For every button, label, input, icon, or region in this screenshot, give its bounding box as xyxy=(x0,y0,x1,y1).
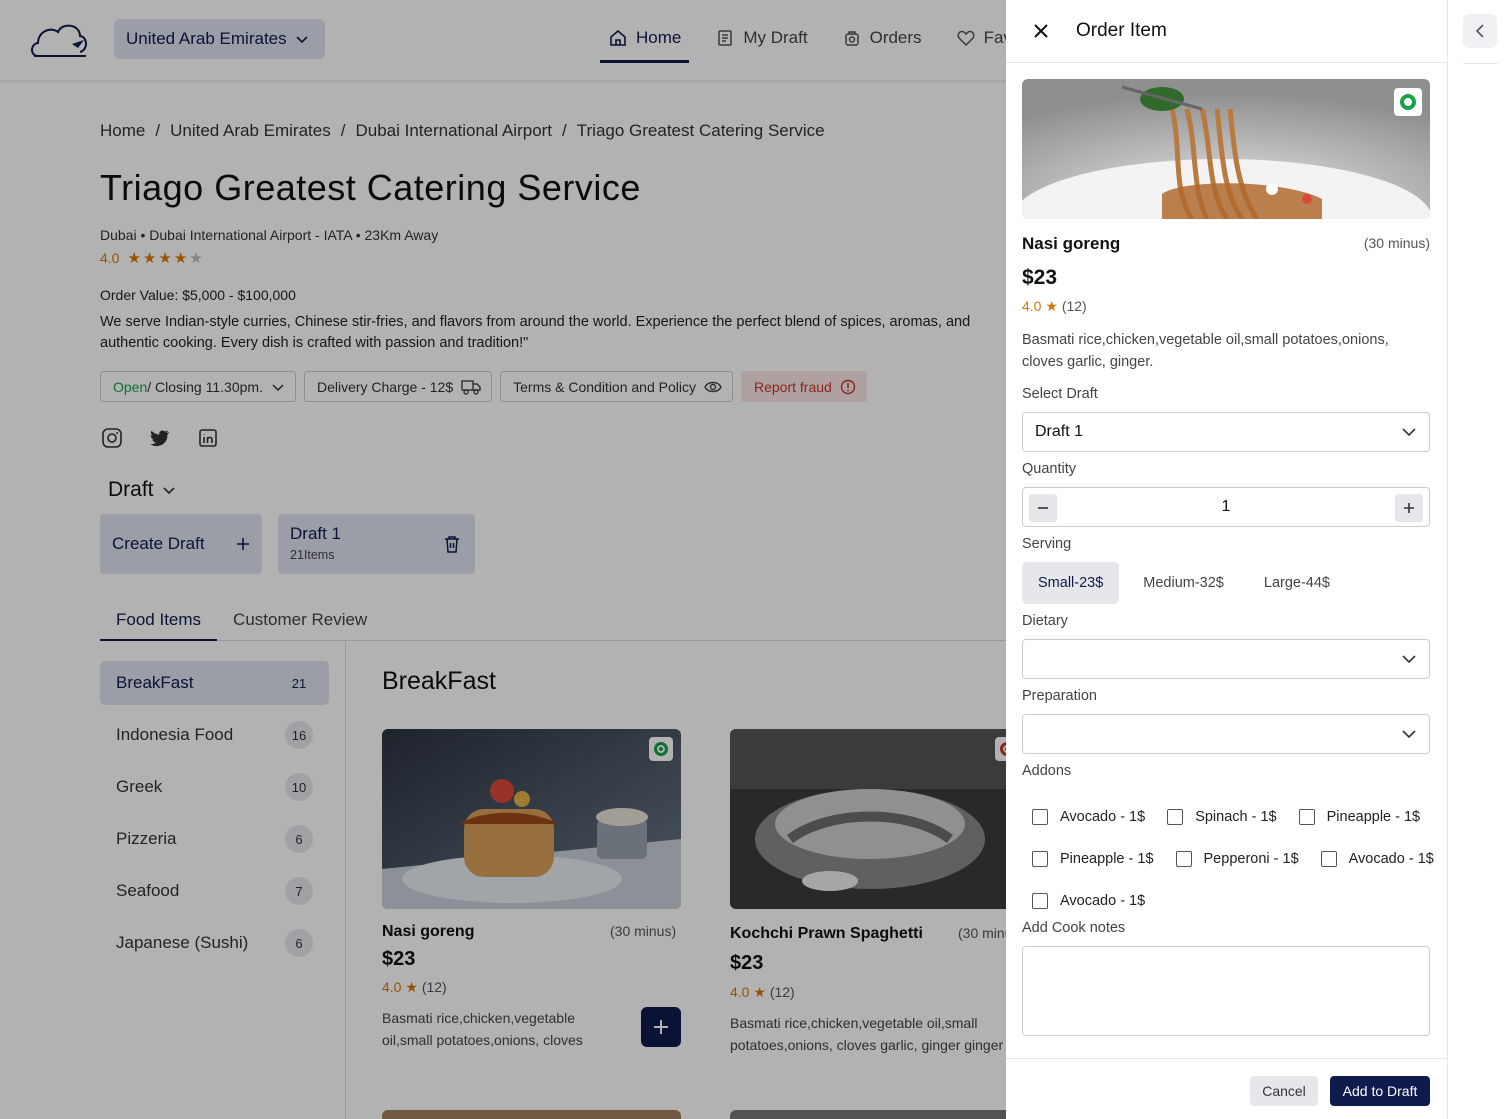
restaurant-page: United Arab Emirates Home My Draft Order… xyxy=(0,0,1512,1119)
preparation-label: Preparation xyxy=(1022,688,1097,704)
addon-checkbox[interactable]: Avocado - 1$ xyxy=(1320,851,1434,867)
chevron-down-icon xyxy=(1402,730,1416,739)
checkbox-icon xyxy=(1167,809,1184,825)
review-count: (12) xyxy=(1061,298,1087,314)
chevron-left-icon xyxy=(1475,24,1484,38)
addon-checkbox[interactable]: Pepperoni - 1$ xyxy=(1175,851,1299,867)
serving-options: Small-23$ Medium-32$ Large-44$ xyxy=(1022,562,1354,604)
quantity-label: Quantity xyxy=(1022,461,1076,477)
cook-notes-textarea[interactable] xyxy=(1022,946,1430,1036)
cook-notes-label: Add Cook notes xyxy=(1022,920,1126,936)
addon-label: Pineapple - 1$ xyxy=(1060,851,1154,867)
checkbox-icon xyxy=(1032,809,1048,825)
dietary-label: Dietary xyxy=(1022,613,1068,629)
increment-button[interactable] xyxy=(1395,494,1423,522)
addons-list: Avocado - 1$ Spinach - 1$ Pineapple - 1$… xyxy=(1032,796,1442,922)
addon-label: Avocado - 1$ xyxy=(1348,851,1434,867)
addon-label: Spinach - 1$ xyxy=(1195,809,1277,825)
veg-indicator-icon xyxy=(1394,88,1422,116)
addons-label: Addons xyxy=(1022,763,1072,779)
serving-option[interactable]: Large-44$ xyxy=(1248,562,1346,604)
addon-checkbox[interactable]: Spinach - 1$ xyxy=(1167,809,1277,825)
checkbox-icon xyxy=(1175,851,1192,867)
addon-label: Pepperoni - 1$ xyxy=(1203,851,1299,867)
select-draft-dropdown[interactable]: Draft 1 xyxy=(1022,412,1430,452)
star-icon: ★ xyxy=(1045,298,1058,314)
checkbox-icon xyxy=(1032,851,1048,867)
checkbox-icon xyxy=(1320,851,1337,867)
checkbox-icon xyxy=(1032,893,1048,909)
addon-checkbox[interactable]: Pineapple - 1$ xyxy=(1298,809,1421,825)
chevron-down-icon xyxy=(1402,655,1416,664)
modal-overlay[interactable] xyxy=(0,0,1006,1119)
chevron-down-icon xyxy=(1402,428,1416,437)
rating-value: 4.0 xyxy=(1022,298,1042,314)
prep-time: (30 minus) xyxy=(1363,235,1430,251)
select-draft-value: Draft 1 xyxy=(1035,423,1084,440)
item-description: Basmati rice,chicken,vegetable oil,small… xyxy=(1022,332,1389,370)
divider xyxy=(1463,63,1498,64)
close-icon[interactable] xyxy=(1032,22,1050,40)
item-rating: 4.0 ★ (12) xyxy=(1022,298,1087,315)
serving-option[interactable]: Medium-32$ xyxy=(1127,562,1240,604)
addon-label: Avocado - 1$ xyxy=(1060,893,1146,909)
checkbox-icon xyxy=(1298,809,1315,825)
addon-checkbox[interactable]: Avocado - 1$ xyxy=(1032,809,1145,825)
drawer-header: Order Item xyxy=(1006,0,1447,63)
plus-icon xyxy=(1404,503,1414,513)
item-price: $23 xyxy=(1022,266,1058,289)
quantity-stepper: 1 xyxy=(1022,487,1430,527)
add-to-draft-button[interactable]: Add to Draft xyxy=(1330,1076,1430,1106)
select-draft-label: Select Draft xyxy=(1022,386,1098,402)
addon-label: Avocado - 1$ xyxy=(1060,809,1146,825)
drawer-footer: Cancel Add to Draft xyxy=(1006,1058,1447,1119)
preparation-dropdown[interactable] xyxy=(1022,714,1430,754)
order-item-drawer: Order Item Nasi goreng (30 minus) $23 4.… xyxy=(1006,0,1447,1119)
addon-label: Pineapple - 1$ xyxy=(1326,809,1421,825)
item-image xyxy=(1022,79,1430,219)
item-name: Nasi goreng xyxy=(1022,234,1121,253)
dietary-dropdown[interactable] xyxy=(1022,639,1430,679)
right-side-panel xyxy=(1447,0,1512,1119)
cancel-button[interactable]: Cancel xyxy=(1250,1076,1318,1106)
quantity-value[interactable]: 1 xyxy=(1023,498,1429,516)
drawer-title: Order Item xyxy=(1076,20,1167,41)
addon-checkbox[interactable]: Avocado - 1$ xyxy=(1032,893,1145,909)
addon-checkbox[interactable]: Pineapple - 1$ xyxy=(1032,851,1154,867)
serving-option[interactable]: Small-23$ xyxy=(1022,562,1120,604)
collapse-button[interactable] xyxy=(1463,14,1497,48)
serving-label: Serving xyxy=(1022,536,1072,552)
